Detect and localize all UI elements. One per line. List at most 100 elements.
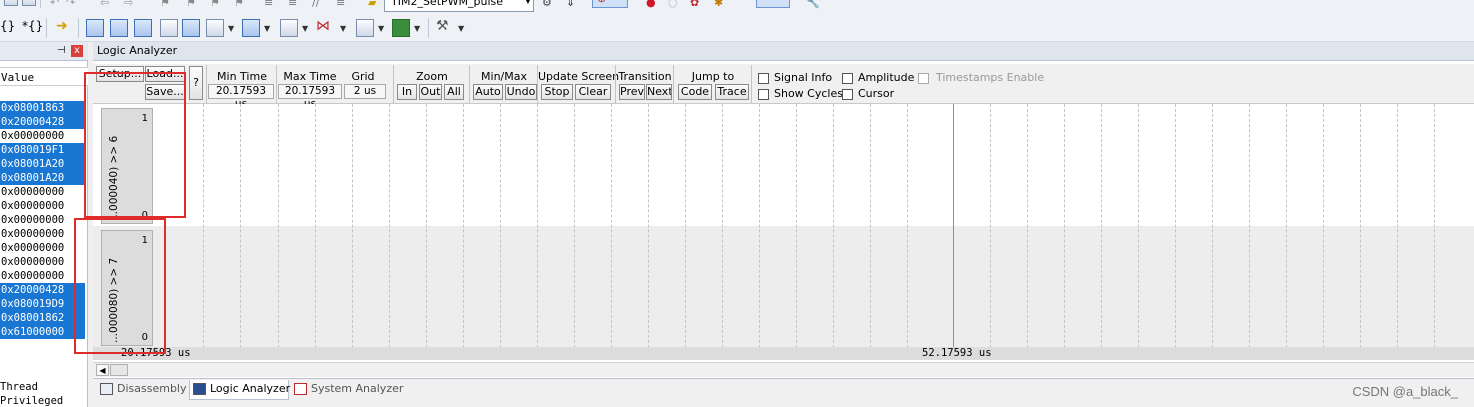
register-value-row[interactable]: 0x00000000	[0, 241, 85, 255]
timestamps-checkbox[interactable]	[918, 73, 929, 84]
kill-breakpoints-icon[interactable]: ✿	[690, 0, 699, 9]
scroll-thumb[interactable]	[110, 364, 128, 376]
undo-button[interactable]: Undo	[505, 84, 537, 100]
undo-icon[interactable]: ↶	[50, 0, 59, 9]
toolbar-separator	[78, 18, 79, 38]
toolbox-icon[interactable]: ⚒	[436, 18, 449, 34]
register-value-row[interactable]: 0x080019D9	[0, 297, 85, 311]
amplitude-checkbox[interactable]	[842, 73, 853, 84]
grid-line	[722, 104, 723, 348]
system-viewer-icon[interactable]	[392, 19, 410, 37]
privileged-label: Privileged	[0, 395, 64, 407]
chevron-down-icon: ▼	[524, 0, 531, 5]
chevron-down-icon[interactable]: ▼	[228, 24, 234, 33]
watch-window-icon[interactable]	[206, 19, 224, 37]
register-value-row[interactable]: 0x00000000	[0, 269, 85, 283]
debug-icon[interactable]: ⇓	[566, 0, 575, 9]
redo-icon[interactable]: ↷	[66, 0, 75, 9]
next-button[interactable]: Next	[646, 84, 672, 100]
bookmark-next-icon[interactable]: ⚑	[210, 0, 220, 9]
back-icon[interactable]: ⇦	[100, 0, 109, 9]
prev-button[interactable]: Prev	[619, 84, 645, 100]
zoom-out-button[interactable]: Out	[419, 84, 442, 100]
pin-icon[interactable]: ⊣	[57, 45, 66, 56]
chevron-down-icon[interactable]: ▼	[378, 24, 384, 33]
horizontal-scrollbar[interactable]: ◀	[93, 362, 1474, 377]
forward-icon[interactable]: ⇨	[124, 0, 133, 9]
options-icon[interactable]: ✱	[714, 0, 723, 9]
comment-icon[interactable]: //	[312, 0, 319, 9]
grid-line	[500, 104, 501, 348]
bookmark-icon[interactable]: ⚑	[160, 0, 170, 9]
register-value-row[interactable]: 0x00000000	[0, 255, 85, 269]
paste-icon[interactable]	[22, 0, 36, 6]
register-value-row[interactable]: 0x20000428	[0, 283, 85, 297]
chevron-down-icon[interactable]: ▼	[458, 24, 464, 33]
settings-icon[interactable]: 🔧	[806, 0, 820, 9]
command-window-icon[interactable]	[86, 19, 104, 37]
register-value-row[interactable]: 0x61000000	[0, 325, 85, 339]
function-combo[interactable]: TIM2_SetPWM_pulse ▼	[384, 0, 534, 12]
brace-star-button[interactable]: *{}	[22, 19, 43, 33]
register-value-row[interactable]: 0x00000000	[0, 227, 85, 241]
uncomment-icon[interactable]: ≡	[336, 0, 345, 9]
register-value-row[interactable]: 0x00000000	[0, 213, 85, 227]
register-value-row[interactable]: 0x20000428	[0, 115, 85, 129]
registers-window-icon[interactable]	[160, 19, 178, 37]
breakpoint-icon[interactable]: ●	[646, 0, 656, 9]
tab-system-analyzer[interactable]: System Analyzer	[291, 380, 407, 400]
zoom-in-button[interactable]: In	[397, 84, 417, 100]
call-stack-window-icon[interactable]	[182, 19, 200, 37]
brace-button[interactable]: {}	[0, 19, 15, 33]
window-layout-button[interactable]	[756, 0, 790, 8]
serial-window-icon[interactable]	[280, 19, 298, 37]
chevron-down-icon[interactable]: ▼	[264, 24, 270, 33]
find-icon[interactable]: ⚙	[542, 0, 552, 9]
cursor-checkbox[interactable]	[842, 89, 853, 100]
auto-button[interactable]: Auto	[473, 84, 503, 100]
bookmark-clear-icon[interactable]: ⚑	[234, 0, 244, 9]
debug-session-button[interactable]: ⊕	[592, 0, 628, 8]
grid-line	[426, 104, 427, 348]
value-column-header[interactable]: Value	[0, 67, 88, 86]
tab-logic-analyzer[interactable]: Logic Analyzer	[189, 380, 290, 400]
register-value-row[interactable]: 0x00000000	[0, 185, 85, 199]
indent-icon[interactable]: ≡	[264, 0, 273, 9]
symbols-window-icon[interactable]	[134, 19, 152, 37]
transition-label: Transition	[618, 70, 672, 83]
chevron-down-icon[interactable]: ▼	[302, 24, 308, 33]
trace-button[interactable]: Trace	[715, 84, 749, 100]
close-icon[interactable]: x	[71, 45, 83, 57]
register-value-row[interactable]: 0x00000000	[0, 199, 85, 213]
find-in-files-icon[interactable]: ▰	[368, 0, 376, 9]
clear-button[interactable]: Clear	[575, 84, 611, 100]
breakpoint-disable-icon[interactable]: ○	[668, 0, 678, 9]
code-button[interactable]: Code	[678, 84, 712, 100]
unindent-icon[interactable]: ≡	[288, 0, 297, 9]
register-value-row[interactable]: 0x08001A20	[0, 171, 85, 185]
signal-info-checkbox[interactable]	[758, 73, 769, 84]
chevron-down-icon[interactable]: ▼	[414, 24, 420, 33]
zoom-group: Zoom In Out All	[393, 65, 469, 103]
register-value-row[interactable]: 0x00000000	[0, 129, 85, 143]
disassembly-window-icon[interactable]	[110, 19, 128, 37]
tab-disassembly[interactable]: Disassembly	[97, 380, 189, 400]
zoom-all-button[interactable]: All	[444, 84, 464, 100]
bookmark-prev-icon[interactable]: ⚑	[186, 0, 196, 9]
chevron-down-icon[interactable]: ▼	[340, 24, 346, 33]
register-value-row[interactable]: 0x08001862	[0, 311, 85, 325]
stop-button[interactable]: Stop	[541, 84, 573, 100]
grid-line	[1434, 104, 1435, 348]
help-button[interactable]: ?	[189, 66, 203, 100]
register-value-row[interactable]: 0x08001863	[0, 101, 85, 115]
time-axis: 20.17593 us 52.17593 us	[93, 347, 1474, 360]
analysis-window-icon[interactable]: ⋈	[316, 18, 330, 34]
register-value-row[interactable]: 0x080019F1	[0, 143, 85, 157]
register-value-row[interactable]: 0x08001A20	[0, 157, 85, 171]
trace-window-icon[interactable]	[356, 19, 374, 37]
show-cycles-checkbox[interactable]	[758, 89, 769, 100]
copy-icon[interactable]	[4, 0, 18, 6]
memory-window-icon[interactable]	[242, 19, 260, 37]
scroll-left-icon[interactable]: ◀	[96, 364, 109, 376]
step-arrow-icon[interactable]: ➜	[56, 18, 68, 34]
